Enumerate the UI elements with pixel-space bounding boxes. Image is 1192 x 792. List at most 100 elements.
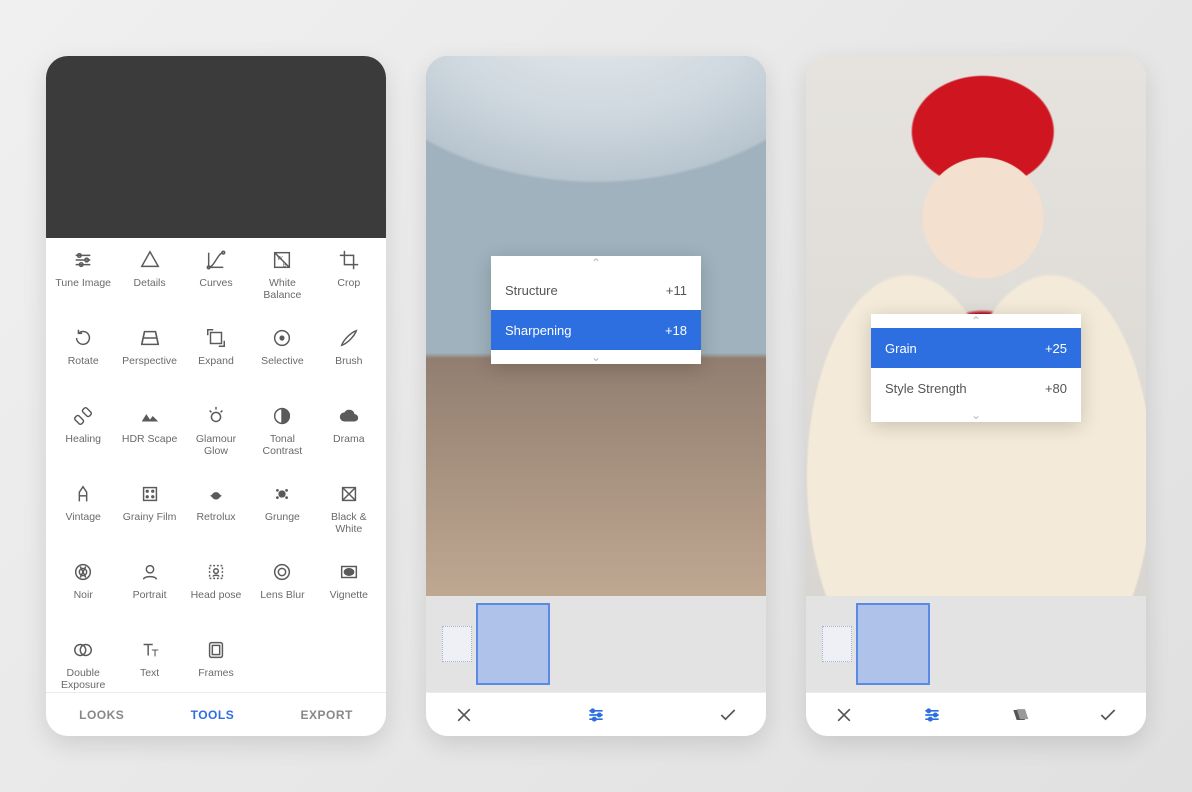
svg-text:B: B: [283, 262, 287, 268]
phone-style-editor: ⌃ Grain+25Style Strength+80 ⌄: [806, 56, 1146, 736]
tool-label: Frames: [198, 667, 234, 679]
history-thumb-original[interactable]: [822, 626, 852, 662]
tool-crop[interactable]: Crop: [316, 248, 382, 326]
tool-tune-image[interactable]: Tune Image: [50, 248, 116, 326]
history-thumb-current[interactable]: [856, 603, 930, 685]
tab-tools[interactable]: TOOLS: [181, 708, 245, 722]
tool-grunge[interactable]: Grunge: [249, 482, 315, 560]
chevron-down-icon[interactable]: ⌄: [491, 350, 701, 364]
tool-label: Head pose: [191, 589, 242, 601]
tool-brush[interactable]: Brush: [316, 326, 382, 404]
history-strip: [806, 596, 1146, 692]
param-name: Sharpening: [505, 323, 572, 338]
chevron-up-icon[interactable]: ⌃: [491, 256, 701, 270]
tool-label: White Balance: [252, 277, 312, 301]
tab-export[interactable]: EXPORT: [291, 708, 363, 722]
apply-button[interactable]: [1088, 705, 1128, 725]
tool-noir[interactable]: Noir: [50, 560, 116, 638]
history-thumb-original[interactable]: [442, 626, 472, 662]
tool-vintage[interactable]: Vintage: [50, 482, 116, 560]
tool-retrolux[interactable]: Retrolux: [183, 482, 249, 560]
perspective-icon: [138, 326, 162, 350]
tool-lens-blur[interactable]: Lens Blur: [249, 560, 315, 638]
param-row-structure[interactable]: Structure+11: [491, 270, 701, 310]
apply-button[interactable]: [708, 705, 748, 725]
tool-label: Expand: [198, 355, 234, 367]
noir-icon: [71, 560, 95, 584]
tool-drama[interactable]: Drama: [316, 404, 382, 482]
adjust-sliders-button[interactable]: [912, 705, 952, 725]
param-row-style-strength[interactable]: Style Strength+80: [871, 368, 1081, 408]
tool-rotate[interactable]: Rotate: [50, 326, 116, 404]
tool-label: Crop: [337, 277, 360, 289]
details-icon: [138, 248, 162, 272]
tool-label: Perspective: [122, 355, 177, 367]
head-pose-icon: [204, 560, 228, 584]
tune-image-icon: [71, 248, 95, 272]
hdr-scape-icon: [138, 404, 162, 428]
tool-white-balance[interactable]: WB White Balance: [249, 248, 315, 326]
chevron-up-icon[interactable]: ⌃: [871, 314, 1081, 328]
curves-icon: [204, 248, 228, 272]
vignette-icon: [337, 560, 361, 584]
action-bar: [426, 692, 766, 736]
tool-label: Retrolux: [196, 511, 235, 523]
tool-portrait[interactable]: Portrait: [116, 560, 182, 638]
tool-selective[interactable]: Selective: [249, 326, 315, 404]
param-name: Style Strength: [885, 381, 967, 396]
tool-expand[interactable]: Expand: [183, 326, 249, 404]
tool-label: Double Exposure: [53, 667, 113, 691]
action-bar: [806, 692, 1146, 736]
phone-details-editor: ⌃ Structure+11Sharpening+18 ⌄: [426, 56, 766, 736]
tool-label: Noir: [74, 589, 93, 601]
portrait-icon: [138, 560, 162, 584]
tool-text[interactable]: Text: [116, 638, 182, 692]
tool-label: Drama: [333, 433, 365, 445]
tool-frames[interactable]: Frames: [183, 638, 249, 692]
tool-perspective[interactable]: Perspective: [116, 326, 182, 404]
bottom-tabs: LOOKS TOOLS EXPORT: [46, 692, 386, 736]
adjust-sliders-button[interactable]: [576, 705, 616, 725]
black-white-icon: [337, 482, 361, 506]
tool-hdr-scape[interactable]: HDR Scape: [116, 404, 182, 482]
white-balance-icon: WB: [270, 248, 294, 272]
tool-details[interactable]: Details: [116, 248, 182, 326]
phone-tools: Tune ImageDetailsCurves WB White Balance Cr…: [46, 56, 386, 736]
grunge-icon: [270, 482, 294, 506]
expand-icon: [204, 326, 228, 350]
crop-icon: [337, 248, 361, 272]
tonal-contrast-icon: [270, 404, 294, 428]
tool-black-white[interactable]: Black & White: [316, 482, 382, 560]
tool-curves[interactable]: Curves: [183, 248, 249, 326]
photo-canvas[interactable]: ⌃ Grain+25Style Strength+80 ⌄: [806, 56, 1146, 596]
cancel-button[interactable]: [444, 705, 484, 725]
text-icon: [138, 638, 162, 662]
cancel-button[interactable]: [824, 705, 864, 725]
styles-button[interactable]: [1000, 705, 1040, 725]
tool-glamour-glow[interactable]: Glamour Glow: [183, 404, 249, 482]
tool-label: Tonal Contrast: [252, 433, 312, 457]
tool-double-exposure[interactable]: Double Exposure: [50, 638, 116, 692]
chevron-down-icon[interactable]: ⌄: [871, 408, 1081, 422]
tool-label: Vintage: [65, 511, 100, 523]
image-preview-dark: [46, 56, 386, 238]
param-row-sharpening[interactable]: Sharpening+18: [491, 310, 701, 350]
tool-vignette[interactable]: Vignette: [316, 560, 382, 638]
tool-healing[interactable]: Healing: [50, 404, 116, 482]
tool-head-pose[interactable]: Head pose: [183, 560, 249, 638]
param-row-grain[interactable]: Grain+25: [871, 328, 1081, 368]
photo-canvas[interactable]: ⌃ Structure+11Sharpening+18 ⌄: [426, 56, 766, 596]
param-name: Structure: [505, 283, 558, 298]
tool-grainy-film[interactable]: Grainy Film: [116, 482, 182, 560]
lens-blur-icon: [270, 560, 294, 584]
tool-label: Grunge: [265, 511, 300, 523]
tool-label: Portrait: [133, 589, 167, 601]
tool-label: Brush: [335, 355, 362, 367]
history-thumb-current[interactable]: [476, 603, 550, 685]
tab-looks[interactable]: LOOKS: [69, 708, 134, 722]
retrolux-icon: [204, 482, 228, 506]
tool-tonal-contrast[interactable]: Tonal Contrast: [249, 404, 315, 482]
tools-grid: Tune ImageDetailsCurves WB White Balance Cr…: [46, 238, 386, 692]
param-value: +25: [1045, 341, 1067, 356]
parameter-panel: ⌃ Structure+11Sharpening+18 ⌄: [491, 256, 701, 364]
